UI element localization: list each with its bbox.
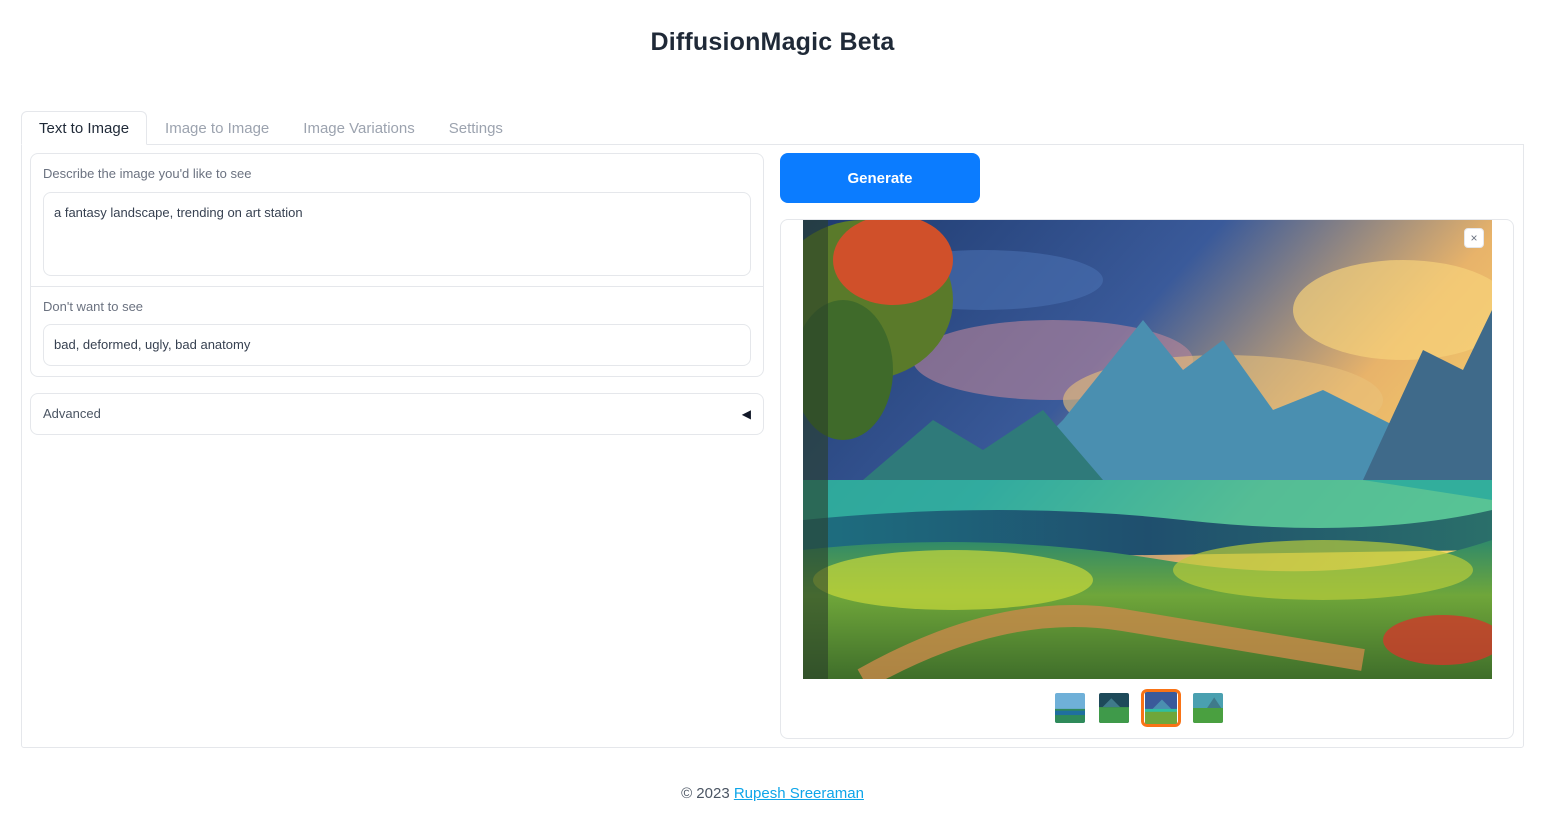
generate-button[interactable]: Generate — [780, 153, 980, 203]
app-title: DiffusionMagic Beta — [650, 28, 895, 56]
close-icon[interactable]: × — [1464, 228, 1484, 248]
tab-settings[interactable]: Settings — [432, 111, 520, 145]
advanced-accordion[interactable]: Advanced ◀ — [30, 393, 764, 435]
advanced-label: Advanced — [43, 406, 101, 421]
thumbnail[interactable] — [1053, 691, 1087, 725]
tab-image-variations[interactable]: Image Variations — [286, 111, 431, 145]
negative-prompt-label: Don't want to see — [43, 299, 144, 314]
divider — [31, 286, 763, 287]
tab-image-to-image[interactable]: Image to Image — [148, 111, 286, 145]
thumbnail[interactable] — [1191, 691, 1225, 725]
image-gallery: × — [780, 219, 1514, 739]
footer: © 2023 Rupesh Sreeraman — [0, 785, 1545, 802]
prompt-group: Describe the image you'd like to see a f… — [30, 153, 764, 377]
author-link[interactable]: Rupesh Sreeraman — [734, 785, 864, 802]
thumbnail-selected[interactable] — [1141, 689, 1181, 727]
negative-prompt-input[interactable]: bad, deformed, ugly, bad anatomy — [43, 324, 751, 366]
prompt-textarea[interactable]: a fantasy landscape, trending on art sta… — [43, 192, 751, 276]
thumbnail[interactable] — [1097, 691, 1131, 725]
prompt-label: Describe the image you'd like to see — [43, 166, 252, 181]
tab-text-to-image[interactable]: Text to Image — [21, 111, 148, 145]
thumbnail-strip — [781, 689, 1513, 727]
triangle-left-icon: ◀ — [741, 407, 751, 421]
tab-bar: Text to Image Image to Image Image Varia… — [21, 111, 520, 145]
generated-image[interactable]: × — [803, 220, 1492, 679]
copyright-text: © 2023 — [681, 785, 730, 802]
